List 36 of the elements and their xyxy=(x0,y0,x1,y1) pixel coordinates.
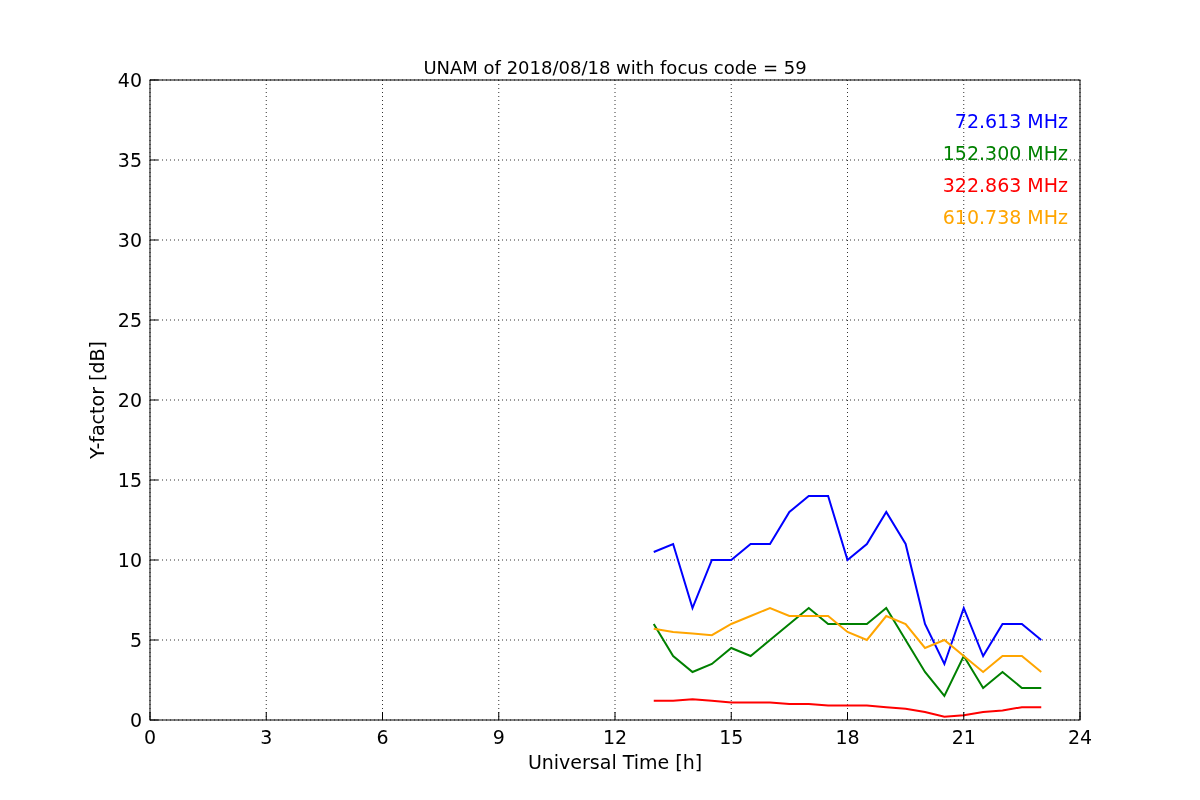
x-tick-label: 9 xyxy=(492,726,505,748)
legend-label: 152.300 MHz xyxy=(942,142,1068,164)
y-tick xyxy=(149,719,159,721)
x-tick xyxy=(265,711,267,721)
legend-label: 72.613 MHz xyxy=(954,110,1068,132)
x-tick-label: 21 xyxy=(951,726,976,748)
x-tick xyxy=(847,711,848,721)
y-tick-label: 30 xyxy=(117,229,142,251)
x-tick-label: 3 xyxy=(260,726,273,748)
y-tick-label: 15 xyxy=(117,469,142,491)
x-tick-label: 18 xyxy=(835,726,860,748)
x-axis-label: Universal Time [h] xyxy=(527,751,703,773)
y-tick-label: 5 xyxy=(129,629,142,651)
x-tick xyxy=(149,711,151,721)
x-tick xyxy=(382,711,383,721)
y-tick-label: 40 xyxy=(117,69,142,91)
x-tick-label: 6 xyxy=(376,726,389,748)
x-tick xyxy=(1079,711,1081,721)
x-tick xyxy=(963,711,965,721)
x-tick-label: 12 xyxy=(602,726,628,748)
x-tick-label: 24 xyxy=(1067,726,1093,748)
x-tick-label: 0 xyxy=(143,726,157,748)
x-tick xyxy=(498,711,500,721)
y-tick-label: 20 xyxy=(117,389,142,411)
x-tick xyxy=(614,711,616,721)
chart-title: UNAM of 2018/08/18 with focus code = 59 xyxy=(423,57,807,78)
y-tick xyxy=(149,79,159,81)
x-tick xyxy=(730,711,732,721)
legend-label: 322.863 MHz xyxy=(942,174,1068,196)
y-tick-label: 10 xyxy=(117,549,142,571)
legend-label: 610.738 MHz xyxy=(942,206,1068,228)
x-tick-label: 15 xyxy=(719,726,744,748)
y-tick-label: 0 xyxy=(129,709,142,731)
y-tick-label: 25 xyxy=(117,309,142,331)
y-tick-label: 35 xyxy=(117,149,142,171)
y-axis-label: Y-factor [dB] xyxy=(86,341,108,459)
